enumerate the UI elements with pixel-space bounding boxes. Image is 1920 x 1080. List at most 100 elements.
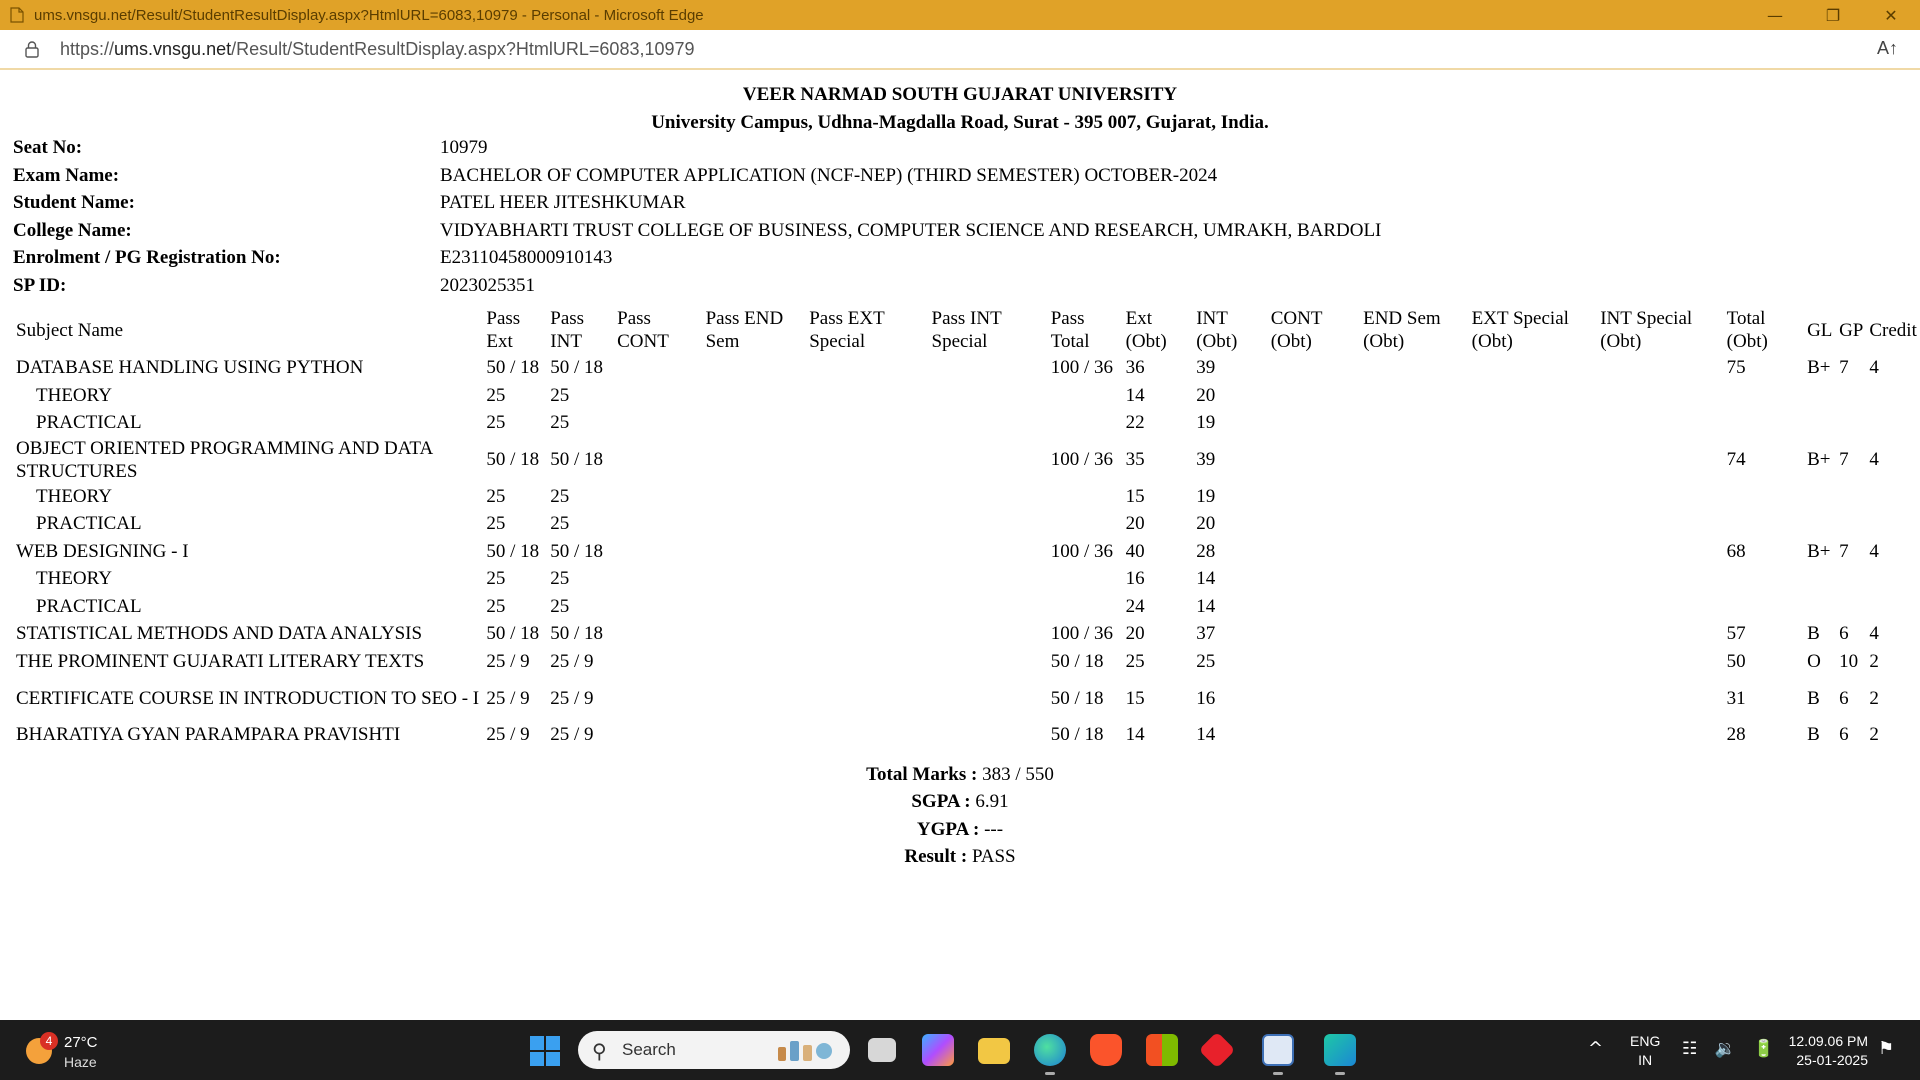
page-icon: [10, 7, 24, 23]
table-cell: [1597, 483, 1723, 511]
table-cell: 20: [1125, 513, 1145, 535]
start-button[interactable]: [530, 1036, 560, 1066]
table-cell: [703, 354, 807, 382]
table-cell: 50 / 18: [486, 357, 540, 379]
vscode-running-indicator: [1335, 1072, 1345, 1075]
table-row: STATISTICAL METHODS AND DATA ANALYSIS 50 …: [13, 620, 1920, 648]
table-cell: [929, 437, 1048, 483]
read-aloud-icon[interactable]: A↑: [1877, 38, 1898, 59]
column-header-line: Subject Name: [16, 319, 124, 341]
copilot-icon[interactable]: [922, 1034, 954, 1066]
weather-badge: 4: [40, 1032, 58, 1050]
column-header-line: Pass INT: [931, 308, 1002, 329]
subject-name-cell: PRACTICAL: [36, 595, 142, 617]
lock-icon[interactable]: [24, 40, 40, 58]
anydesk-icon[interactable]: [1198, 1031, 1236, 1069]
store-icon[interactable]: [1146, 1034, 1178, 1066]
table-cell: 10: [1839, 650, 1859, 672]
table-header-row: Subject Name Pass Ext Pass INT Pass CONT Pass E…: [13, 306, 1920, 354]
brave-icon[interactable]: [1090, 1034, 1122, 1066]
table-cell: 50 / 18: [486, 540, 540, 562]
table-cell: [614, 538, 702, 566]
system-clock[interactable]: 12.09.06 PM 25-01-2025: [1776, 1032, 1868, 1070]
column-header-line: (Obt): [1471, 331, 1513, 352]
table-cell: 50 / 18: [550, 623, 604, 645]
table-cell: [1268, 483, 1360, 511]
table-cell: 35: [1125, 449, 1145, 470]
language-indicator[interactable]: ENG IN: [1630, 1032, 1660, 1070]
subject-name-cell: STATISTICAL METHODS AND DATA ANALYSIS: [16, 623, 423, 645]
browser-title-bar[interactable]: ums.vnsgu.net/Result/StudentResultDispla…: [0, 0, 1920, 30]
table-cell: [1048, 510, 1123, 538]
info-label: Seat No:: [13, 137, 83, 158]
table-row: THE PROMINENT GUJARATI LITERARY TEXTS 25 …: [13, 648, 1920, 676]
file-explorer-icon[interactable]: [978, 1038, 1010, 1064]
column-header-line: INT Special: [1600, 308, 1693, 329]
table-cell: 50 / 18: [1050, 687, 1104, 709]
table-cell: [1268, 565, 1360, 593]
table-cell: 50 / 18: [486, 623, 540, 645]
table-cell: [1724, 382, 1804, 410]
table-cell: [806, 593, 928, 621]
table-cell: [806, 538, 928, 566]
column-header-line: Total: [1726, 308, 1766, 329]
result-value: PASS: [971, 846, 1016, 867]
table-cell: 4: [1869, 540, 1879, 562]
table-cell: 28: [1196, 540, 1216, 562]
table-cell: [614, 675, 702, 721]
table-cell: 40: [1125, 540, 1145, 562]
table-cell: [1597, 354, 1723, 382]
column-header: Subject Name: [13, 306, 483, 354]
table-cell: [1469, 538, 1598, 566]
column-header-line: Pass: [486, 308, 521, 329]
table-cell: 25: [550, 384, 570, 406]
taskbar-search[interactable]: ⚲ Search: [578, 1031, 850, 1069]
table-cell: 20: [1196, 384, 1216, 406]
subject-name-cell: THE PROMINENT GUJARATI LITERARY TEXTS: [16, 650, 425, 672]
restore-button[interactable]: ❐: [1804, 0, 1862, 30]
table-cell: 50 / 18: [1050, 650, 1104, 672]
table-cell: [1724, 565, 1804, 593]
table-cell: 25: [486, 568, 506, 590]
minimize-button[interactable]: —: [1746, 0, 1804, 30]
notification-icon[interactable]: ⚑: [1878, 1038, 1894, 1059]
app-icon[interactable]: [1262, 1034, 1294, 1066]
weather-description: Haze: [64, 1054, 97, 1070]
network-volume-battery-icon[interactable]: ☷ 🔉 🔋: [1682, 1039, 1780, 1059]
show-hidden-icons-chevron-icon[interactable]: ^: [1588, 1038, 1603, 1059]
weather-widget[interactable]: 4 27°C Haze: [22, 1030, 142, 1074]
table-cell: [1268, 437, 1360, 483]
table-cell: 25 / 9: [550, 650, 594, 672]
table-row: THEORY 25 25 16 14: [13, 565, 1920, 593]
table-cell: 25: [550, 485, 570, 507]
info-label: Student Name:: [13, 192, 135, 213]
task-view-icon[interactable]: [868, 1038, 896, 1062]
sgpa-label: SGPA :: [911, 791, 971, 812]
table-cell: 20: [1196, 513, 1216, 535]
edge-icon[interactable]: [1034, 1034, 1066, 1066]
address-bar[interactable]: https://ums.vnsgu.net/Result/StudentResu…: [0, 30, 1920, 70]
url-path: /Result/StudentResultDisplay.aspx?HtmlUR…: [231, 38, 695, 59]
vscode-icon[interactable]: [1324, 1034, 1356, 1066]
table-cell: [929, 721, 1048, 749]
table-row: PRACTICAL 25 25 24 14: [13, 593, 1920, 621]
table-cell: [1048, 483, 1123, 511]
table-cell: [703, 620, 807, 648]
table-cell: 39: [1196, 357, 1216, 379]
table-cell: 50 / 18: [550, 540, 604, 562]
table-cell: [614, 620, 702, 648]
table-cell: [929, 483, 1048, 511]
info-value: VIDYABHARTI TRUST COLLEGE OF BUSINESS, C…: [440, 219, 1382, 241]
column-header-line: GP: [1839, 319, 1864, 341]
table-cell: [806, 437, 928, 483]
table-cell: [1469, 409, 1598, 437]
url-text[interactable]: https://ums.vnsgu.net/Result/StudentResu…: [60, 39, 695, 60]
table-cell: 15: [1125, 485, 1145, 507]
table-cell: [806, 483, 928, 511]
table-cell: [1360, 483, 1469, 511]
close-button[interactable]: ✕: [1862, 0, 1920, 30]
table-cell: 25: [550, 513, 570, 535]
info-label: Enrolment / PG Registration No:: [13, 247, 281, 268]
column-header-line: CONT: [617, 331, 669, 352]
table-cell: 2: [1869, 650, 1879, 672]
